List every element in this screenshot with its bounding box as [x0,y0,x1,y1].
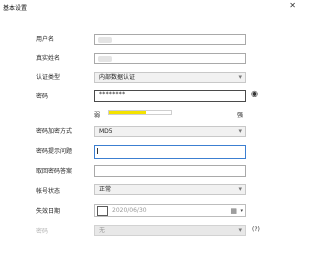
username-label: 用户名 [36,36,55,43]
password-input[interactable]: ******** [94,90,246,102]
chevron-down-icon: ▾ [238,226,242,234]
strength-weak-label: 弱 [94,112,101,119]
password-strength-fill [109,111,147,114]
account-status-select[interactable]: 正常 ▾ [94,184,246,195]
hint-answer-input[interactable] [94,165,246,177]
realname-value-blurred [98,56,112,62]
encryption-select[interactable]: MD5 ▾ [94,126,246,137]
disabled-select-value: 无 [99,227,106,234]
eye-icon[interactable]: ◉ [251,89,258,99]
auth-type-select[interactable]: 内部数据认证 ▾ [94,72,246,83]
hint-answer-label: 取回密码答案 [36,168,73,175]
window-title: 基本设置 [3,5,28,12]
username-input[interactable] [94,34,246,45]
hint-question-label: 密码提示问题 [36,148,73,155]
title-bar: 基本设置 ✕ [0,0,300,12]
account-status-value: 正常 [99,186,112,193]
calendar-icon[interactable]: ▦ [230,207,237,215]
password-label: 密码 [36,93,49,100]
chevron-down-icon[interactable]: ▾ [240,207,243,215]
disabled-select: 无 ▾ [94,225,246,236]
auth-type-value: 内部数据认证 [99,74,136,81]
encryption-value: MD5 [99,128,113,135]
close-icon[interactable]: ✕ [289,1,296,11]
disabled-row-label: 密码 [36,228,49,235]
expiry-enable-checkbox[interactable] [97,206,108,216]
hint-question-input[interactable] [94,145,246,159]
realname-input[interactable] [94,53,246,64]
text-cursor [97,148,98,154]
expiry-date-label: 失效日期 [36,208,61,215]
expiry-date-value: 2020/06/30 [112,207,147,214]
strength-strong-label: 强 [237,112,244,119]
chevron-down-icon: ▾ [238,185,242,193]
password-value: ******** [99,91,126,98]
password-strength-bar [108,110,172,115]
auth-type-label: 认证类型 [36,74,61,81]
username-value-blurred [98,37,112,43]
expiry-date-picker[interactable]: 2020/06/30 ▦ ▾ [94,204,246,217]
chevron-down-icon: ▾ [238,73,242,81]
chevron-down-icon: ▾ [238,127,242,135]
realname-label: 真实姓名 [36,55,61,62]
encryption-label: 密码加密方式 [36,128,73,135]
help-icon[interactable]: (?) [252,226,260,233]
account-status-label: 帐号状态 [36,188,61,195]
